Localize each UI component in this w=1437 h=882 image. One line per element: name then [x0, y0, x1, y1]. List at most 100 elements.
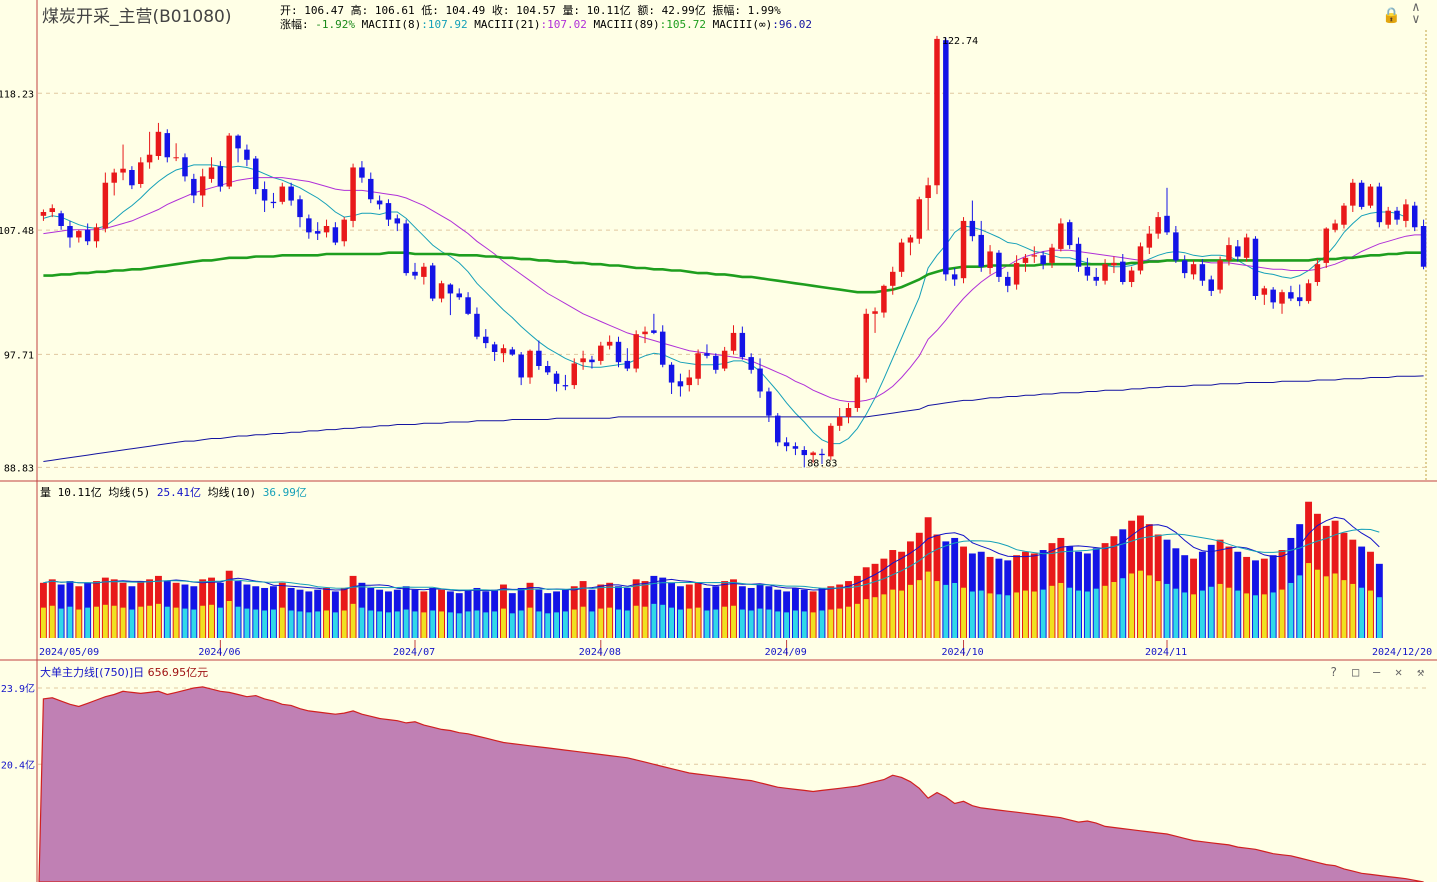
candle-body[interactable]	[651, 330, 657, 333]
candle-body[interactable]	[226, 135, 232, 187]
candle-body[interactable]	[792, 446, 799, 449]
candle-body[interactable]	[164, 133, 171, 158]
candle-body[interactable]	[314, 231, 321, 234]
candle-body[interactable]	[40, 212, 47, 216]
candle-body[interactable]	[633, 334, 639, 369]
candle-body[interactable]	[350, 167, 356, 221]
candle-body[interactable]	[1341, 205, 1347, 225]
candle-body[interactable]	[978, 234, 984, 267]
candle-body[interactable]	[235, 135, 241, 149]
candle-body[interactable]	[1350, 182, 1356, 206]
candle-body[interactable]	[1403, 204, 1409, 221]
candle-body[interactable]	[934, 38, 940, 186]
candle-body[interactable]	[1314, 264, 1321, 282]
candle-body[interactable]	[1252, 238, 1259, 296]
candle-body[interactable]	[341, 219, 347, 242]
candle-body[interactable]	[155, 131, 162, 156]
main-force-area[interactable]	[38, 686, 1424, 882]
candle-body[interactable]	[713, 355, 719, 370]
candle-body[interactable]	[270, 201, 277, 204]
help-icon[interactable]: ?	[1330, 665, 1337, 679]
candle-body[interactable]	[1164, 215, 1170, 233]
candle-body[interactable]	[67, 226, 73, 238]
candle-body[interactable]	[996, 252, 1002, 277]
candle-body[interactable]	[677, 381, 684, 387]
candle-body[interactable]	[730, 332, 737, 351]
candle-body[interactable]	[1058, 223, 1064, 249]
candle-body[interactable]	[1394, 210, 1400, 220]
candle-body[interactable]	[1217, 260, 1223, 290]
chevron-down-icon[interactable]: ∨	[1412, 12, 1420, 27]
candle-body[interactable]	[536, 350, 542, 366]
candle-body[interactable]	[854, 377, 861, 408]
candle-body[interactable]	[323, 226, 330, 233]
candle-body[interactable]	[527, 350, 533, 378]
candle-body[interactable]	[598, 345, 604, 361]
candle-body[interactable]	[881, 285, 887, 313]
candle-body[interactable]	[182, 157, 188, 177]
candle-body[interactable]	[1093, 276, 1099, 281]
kline-chart-stage[interactable]: 118.23 107.48 97.71 88.83 122.74 88.83 2024/05…	[0, 0, 1437, 882]
candle-body[interactable]	[739, 332, 746, 358]
candle-body[interactable]	[447, 284, 454, 294]
candle-body[interactable]	[76, 231, 82, 238]
candle-body[interactable]	[1013, 262, 1020, 285]
candle-body[interactable]	[483, 336, 489, 344]
candle-body[interactable]	[1005, 276, 1011, 286]
candle-body[interactable]	[659, 331, 666, 365]
candle-body[interactable]	[146, 154, 153, 163]
chart-canvas[interactable]: 118.23 107.48 97.71 88.83 122.74 88.83 2024/05…	[0, 0, 1437, 882]
main-force-flow-panel[interactable]	[38, 686, 1424, 882]
candle-body[interactable]	[810, 452, 816, 456]
candle-body[interactable]	[925, 185, 931, 198]
minimize-icon[interactable]: —	[1373, 665, 1380, 679]
wrench-icon[interactable]: ⚒	[1417, 665, 1424, 679]
candle-body[interactable]	[1146, 233, 1153, 248]
candle-body[interactable]	[1270, 289, 1276, 303]
candle-body[interactable]	[828, 425, 834, 457]
candle-body[interactable]	[429, 265, 436, 299]
candle-body[interactable]	[1040, 255, 1046, 265]
restore-icon[interactable]: □	[1352, 665, 1359, 679]
candle-body[interactable]	[1111, 262, 1117, 266]
candle-body[interactable]	[1288, 292, 1294, 299]
candle-body[interactable]	[199, 176, 206, 196]
candle-body[interactable]	[491, 344, 498, 352]
candle-body[interactable]	[721, 350, 728, 369]
candle-body[interactable]	[438, 283, 445, 299]
candle-body[interactable]	[332, 227, 339, 243]
candle-body[interactable]	[686, 377, 693, 386]
candle-body[interactable]	[253, 158, 259, 190]
candle-body[interactable]	[173, 157, 179, 159]
candle-body[interactable]	[898, 242, 905, 272]
candle-body[interactable]	[137, 162, 144, 184]
candle-body[interactable]	[1296, 297, 1303, 302]
candle-body[interactable]	[518, 354, 524, 378]
price-panel[interactable]	[40, 35, 1427, 468]
candle-body[interactable]	[84, 229, 91, 242]
candle-body[interactable]	[261, 189, 268, 201]
candle-body[interactable]	[819, 453, 825, 456]
candle-body[interactable]	[1199, 264, 1206, 281]
candle-body[interactable]	[766, 391, 772, 416]
candle-body[interactable]	[93, 227, 100, 242]
candle-body[interactable]	[1031, 255, 1038, 257]
candle-body[interactable]	[1181, 260, 1188, 274]
candle-body[interactable]	[571, 363, 577, 386]
candle-body[interactable]	[783, 442, 790, 447]
candle-body[interactable]	[385, 203, 392, 220]
candle-body[interactable]	[624, 360, 631, 369]
candle-body[interactable]	[58, 213, 64, 226]
candle-body[interactable]	[191, 178, 197, 196]
candle-body[interactable]	[907, 237, 914, 243]
candle-body[interactable]	[589, 359, 595, 363]
candle-body[interactable]	[606, 341, 613, 346]
candle-body[interactable]	[1173, 232, 1179, 261]
lock-icon[interactable]: 🔒	[1382, 6, 1401, 24]
candle-body[interactable]	[509, 349, 516, 355]
candle-body[interactable]	[801, 450, 808, 456]
candle-body[interactable]	[474, 313, 480, 337]
candle-body[interactable]	[359, 167, 365, 178]
candle-body[interactable]	[1235, 246, 1241, 257]
candle-body[interactable]	[748, 357, 754, 370]
